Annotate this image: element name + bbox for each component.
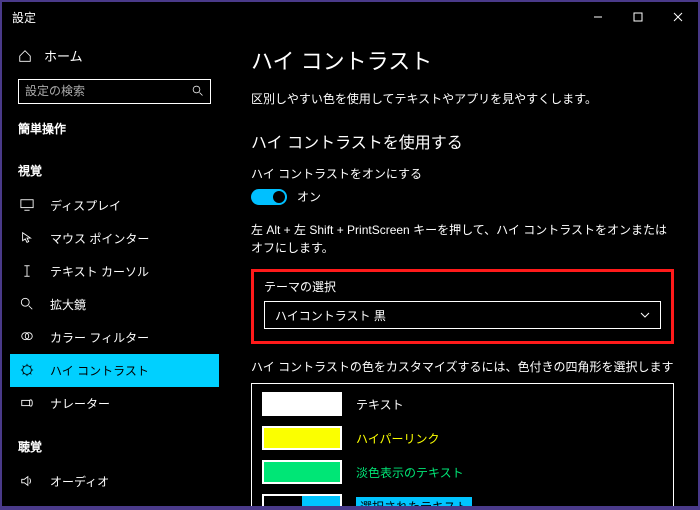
- window-title: 設定: [12, 9, 578, 26]
- sidebar-item-cursor[interactable]: テキスト カーソル: [10, 255, 219, 288]
- sidebar-item-label: ディスプレイ: [50, 197, 121, 214]
- swatch-label-hyperlink: ハイパーリンク: [356, 430, 440, 447]
- content-area: ハイ コントラスト 区別しやすい色を使用してテキストやアプリを見やすくします。 …: [227, 32, 698, 506]
- swatch-panel: テキスト ハイパーリンク 淡色表示のテキスト 選択されたテキスト: [251, 383, 674, 506]
- minimize-button[interactable]: [578, 2, 618, 32]
- toggle-state: オン: [297, 188, 321, 205]
- group-label-hearing: 聴覚: [10, 432, 219, 465]
- close-button[interactable]: [658, 2, 698, 32]
- display-icon: [20, 198, 36, 212]
- search-input[interactable]: [25, 84, 192, 98]
- sidebar-item-label: マウス ポインター: [50, 230, 149, 247]
- sidebar-item-label: ハイ コントラスト: [50, 362, 149, 379]
- page-description: 区別しやすい色を使用してテキストやアプリを見やすくします。: [251, 90, 674, 107]
- sidebar-item-highcontrast[interactable]: ハイ コントラスト: [10, 354, 219, 387]
- swatch-row-text: テキスト: [262, 392, 663, 416]
- sidebar-home[interactable]: ホーム: [10, 40, 219, 71]
- sidebar-item-label: オーディオ: [50, 473, 109, 490]
- group-label-ease: 簡単操作: [10, 114, 219, 147]
- swatch-row-hyperlink: ハイパーリンク: [262, 426, 663, 450]
- swatch-disabled[interactable]: [262, 460, 342, 484]
- search-icon: [192, 85, 204, 97]
- highcontrast-icon: [20, 363, 36, 377]
- sidebar-item-narrator[interactable]: ナレーター: [10, 387, 219, 420]
- group-label-vision: 視覚: [10, 156, 219, 189]
- sidebar-home-label: ホーム: [44, 46, 83, 65]
- minimize-icon: [593, 12, 603, 22]
- theme-select-label: テーマの選択: [264, 278, 661, 295]
- magnifier-icon: [20, 297, 36, 311]
- maximize-button[interactable]: [618, 2, 658, 32]
- mouse-icon: [20, 231, 36, 245]
- highcontrast-toggle[interactable]: [251, 189, 287, 205]
- search-box[interactable]: [18, 79, 211, 104]
- swatch-selected-left: [264, 496, 302, 506]
- swatch-label-text: テキスト: [356, 396, 404, 413]
- customize-description: ハイ コントラストの色をカスタマイズするには、色付きの四角形を選択します: [251, 358, 674, 375]
- close-icon: [673, 12, 683, 22]
- sidebar-item-audio[interactable]: オーディオ: [10, 465, 219, 498]
- maximize-icon: [633, 12, 643, 22]
- sidebar-item-label: テキスト カーソル: [50, 263, 149, 280]
- sidebar-item-colorfilter[interactable]: カラー フィルター: [10, 321, 219, 354]
- shortcut-hint: 左 Alt + 左 Shift + PrintScreen キーを押して、ハイ …: [251, 221, 674, 257]
- theme-select[interactable]: ハイコントラスト 黒: [264, 301, 661, 329]
- swatch-row-selected: 選択されたテキスト: [262, 494, 663, 506]
- sidebar-item-display[interactable]: ディスプレイ: [10, 189, 219, 222]
- home-icon: [18, 49, 32, 63]
- sidebar: ホーム 簡単操作 視覚 ディスプレイ マウス ポインター: [2, 32, 227, 506]
- sidebar-item-magnifier[interactable]: 拡大鏡: [10, 288, 219, 321]
- swatch-selected[interactable]: [262, 494, 342, 506]
- swatch-text[interactable]: [262, 392, 342, 416]
- toggle-label: ハイ コントラストをオンにする: [251, 165, 674, 182]
- sidebar-item-label: 拡大鏡: [50, 296, 86, 313]
- cursor-icon: [20, 264, 36, 278]
- sidebar-item-mouse[interactable]: マウス ポインター: [10, 222, 219, 255]
- swatch-selected-right: [302, 496, 340, 506]
- theme-select-value: ハイコントラスト 黒: [275, 307, 386, 324]
- swatch-row-disabled: 淡色表示のテキスト: [262, 460, 663, 484]
- page-title: ハイ コントラスト: [251, 44, 674, 76]
- sidebar-item-label: カラー フィルター: [50, 329, 149, 346]
- colorfilter-icon: [20, 330, 36, 344]
- chevron-down-icon: [640, 310, 650, 320]
- swatch-label-selected: 選択されたテキスト: [356, 497, 472, 507]
- audio-icon: [20, 474, 36, 488]
- narrator-icon: [20, 396, 36, 410]
- section-use-heading: ハイ コントラストを使用する: [251, 129, 674, 153]
- theme-select-highlight: テーマの選択 ハイコントラスト 黒: [251, 269, 674, 344]
- sidebar-item-label: ナレーター: [50, 395, 110, 412]
- swatch-label-disabled: 淡色表示のテキスト: [356, 464, 464, 481]
- swatch-hyperlink[interactable]: [262, 426, 342, 450]
